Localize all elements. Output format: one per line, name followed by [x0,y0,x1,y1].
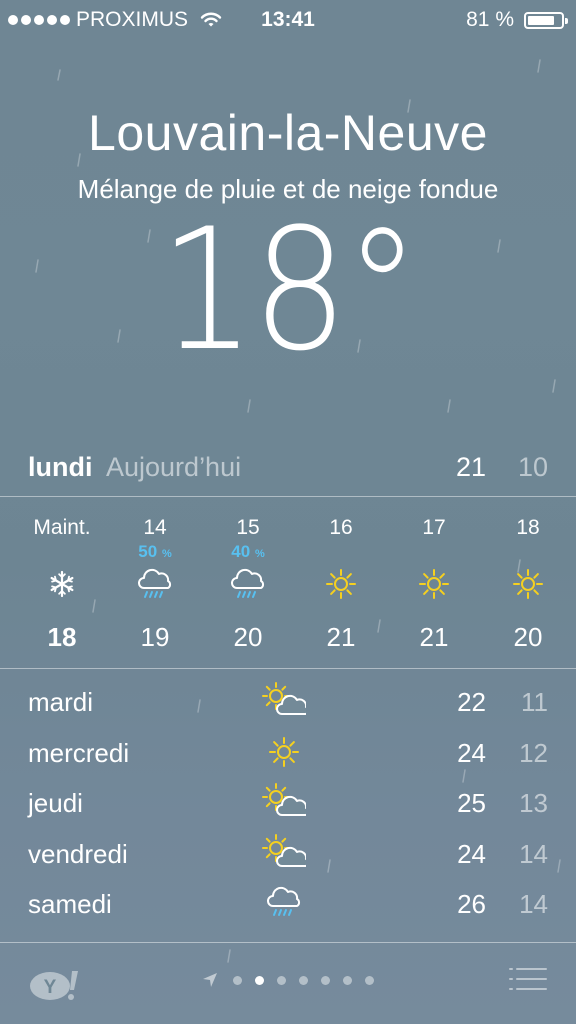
hourly-temperature: 21 [419,622,449,652]
battery-icon [524,11,568,29]
page-dot[interactable] [299,975,308,985]
page-dot[interactable] [277,975,286,985]
daily-day: mercredi [28,737,130,768]
status-bar: PROXIMUS 13:41 81 % [0,0,576,40]
status-right: 81 % [466,8,568,32]
daily-row: samedi 26 14 [0,882,576,926]
today-day: lundi [28,452,93,482]
rain-cloud-icon [137,566,173,602]
partly-cloudy-icon [262,833,310,872]
today-low: 10 [517,452,548,482]
page-dot[interactable] [255,975,264,985]
hourly-time: Maint. [33,516,91,539]
partly-cloudy-icon [262,682,310,720]
hourly-temperature: 18 [47,622,77,652]
current-temperature: 18° [159,192,420,388]
hourly-temperature: 20 [233,622,263,652]
sun-icon [323,566,359,602]
precip-chance: 50 % [138,542,172,561]
page-dot[interactable] [343,975,352,985]
daily-row: mercredi 24 12 [0,731,576,775]
hourly-time: 15 [236,516,260,539]
rain-cloud-icon [230,566,266,602]
hourly-forecast[interactable]: Maint. 18 14 50 % 19 15 40 % 20 16 21 17 21 18 20 [0,500,576,668]
daily-day: samedi [28,889,112,919]
daily-low: 11 [521,687,548,717]
divider-middle [0,668,576,669]
daily-low: 13 [519,788,548,818]
page-dot[interactable] [321,975,330,985]
location-arrow-icon [203,973,217,987]
sun-icon [416,566,452,602]
page-indicator[interactable] [0,972,576,988]
battery-percentage: 81 % [466,8,514,31]
daily-row: jeudi 25 13 [0,781,576,825]
hourly-temperature: 19 [140,622,170,652]
list-icon[interactable] [508,964,548,994]
hourly-time: 16 [329,516,353,539]
divider-top [0,496,576,497]
hourly-time: 17 [422,516,446,539]
daily-high: 22 [457,687,486,717]
hourly-time: 18 [516,516,540,539]
daily-day: mardi [28,687,94,717]
daily-high: 24 [457,737,486,768]
daily-day: vendredi [28,838,128,869]
sun-icon [262,733,306,771]
daily-high: 25 [457,788,486,818]
partly-cloudy-icon [262,783,310,821]
today-label: Aujourd’hui [106,452,242,482]
daily-row: vendredi 24 14 [0,832,576,876]
daily-high: 26 [457,889,486,919]
battery-fill [528,15,554,25]
hourly-temperature: 20 [513,622,543,652]
daily-low: 12 [519,737,548,768]
hourly-time: 14 [143,516,167,539]
daily-high: 24 [457,838,486,869]
city-name: Louvain-la-Neuve [88,105,488,161]
rain-cloud-icon [262,884,306,922]
page-dot[interactable] [233,975,242,985]
today-summary: lundi Aujourd’hui 21 10 [0,444,576,484]
daily-low: 14 [519,838,548,869]
divider-bottom [0,942,576,943]
page-dot[interactable] [365,975,374,985]
daily-day: jeudi [28,788,83,818]
hourly-temperature: 21 [326,622,356,652]
precip-chance: 40 % [231,542,265,561]
bottom-toolbar: Y [0,944,576,1024]
snowflake-icon [44,566,80,602]
today-high: 21 [455,452,486,482]
daily-low: 14 [519,889,548,919]
daily-row: mardi 22 11 [0,680,576,724]
sun-icon [510,566,546,602]
